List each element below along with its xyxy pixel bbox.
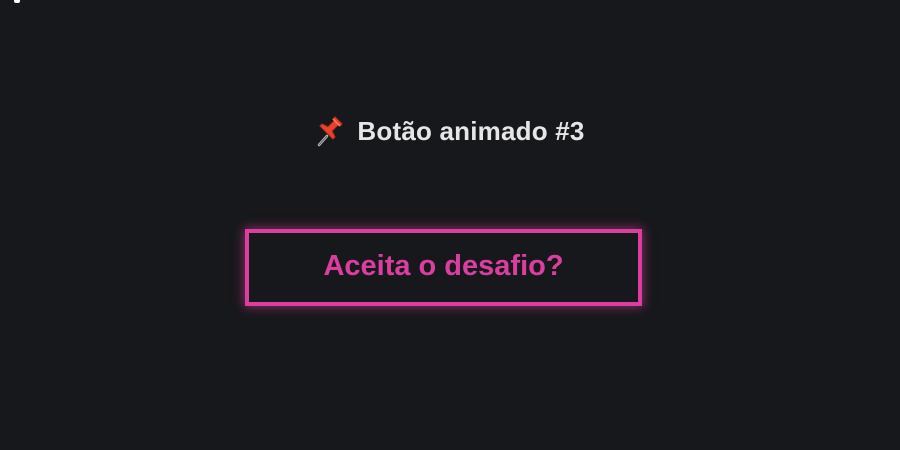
accept-challenge-label: Aceita o desafio?	[323, 250, 564, 282]
page: Botão animado #3 Aceita o desafio?	[0, 0, 900, 450]
title-row: Botão animado #3	[0, 112, 900, 152]
cursor-remnant	[14, 0, 20, 3]
pushpin-icon	[315, 116, 345, 148]
page-title: Botão animado #3	[357, 115, 585, 146]
accept-challenge-button[interactable]: Aceita o desafio?	[245, 229, 642, 306]
